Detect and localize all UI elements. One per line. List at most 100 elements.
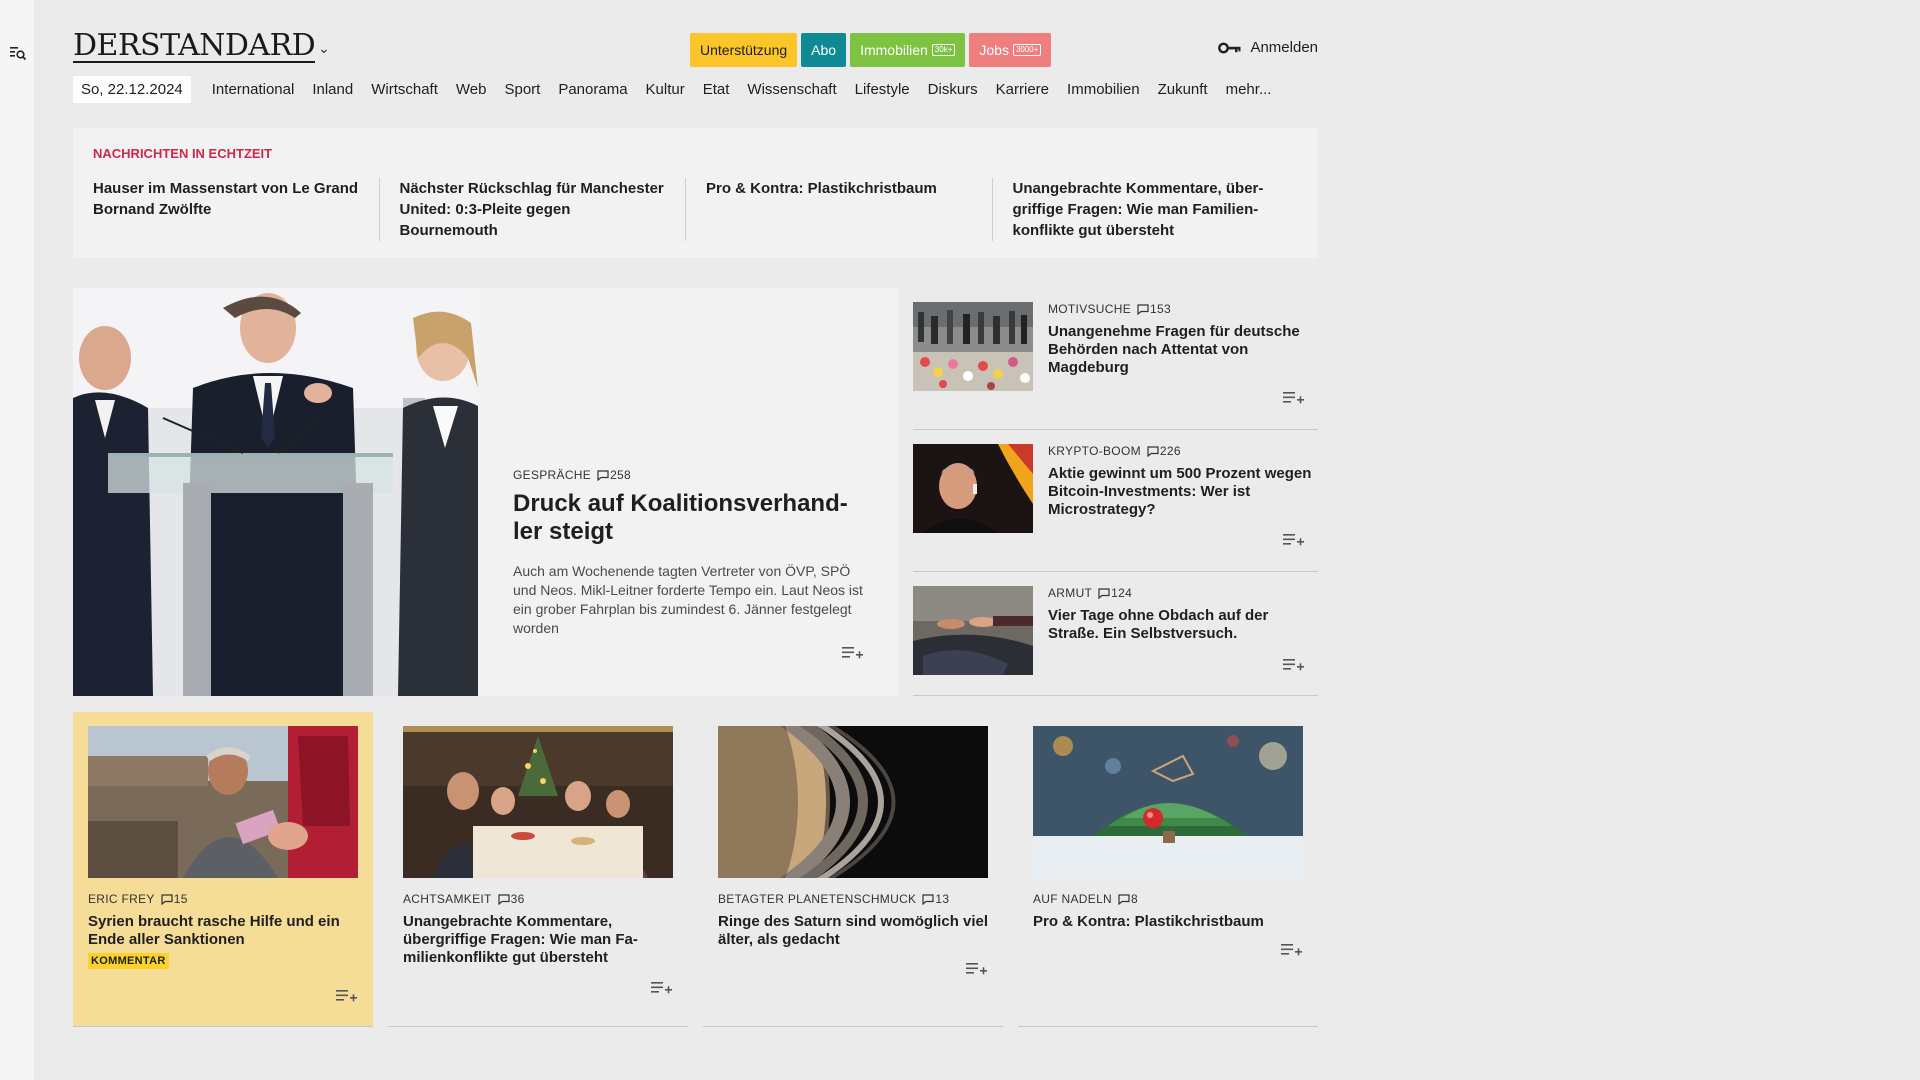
card-headline[interactable]: Syrien braucht rasche Hilfe und ein Ende… [88,913,363,949]
login-button[interactable]: Anmelden [1218,39,1318,56]
side-stories: MOTIVSUCHE 153 Unangenehme Fragen für de… [913,288,1318,696]
kicker-label: GESPRÄCHE [513,468,592,482]
ticker-heading: NACHRICHTEN IN ECHTZEIT [93,146,273,161]
story-thumbnail[interactable] [913,302,1033,391]
kicker-label: BETAGTER PLANETENSCHMUCK [718,892,917,906]
jobs-button[interactable]: Jobs 3000+ [969,33,1052,67]
nav-item-web[interactable]: Web [447,76,496,103]
card-kicker: ERIC FREY 15 [88,892,363,906]
comment-count[interactable]: 226 [1160,444,1181,458]
comment-icon [1118,893,1130,905]
add-to-list-icon[interactable] [1283,532,1305,548]
comment-icon [1137,303,1149,315]
nav-item-inland[interactable]: Inland [303,76,362,103]
add-to-list-icon[interactable] [842,645,864,661]
comment-count[interactable]: 36 [511,892,525,906]
current-date: So, 22.12.2024 [73,76,191,103]
add-to-list-icon[interactable] [1283,657,1305,673]
nav-item-zukunft[interactable]: Zukunft [1149,76,1217,103]
comment-icon [1147,445,1159,457]
immobilien-count-tag: 30k+ [931,44,956,56]
comment-count[interactable]: 15 [174,892,188,906]
nav-item-wissenschaft[interactable]: Wissenschaft [738,76,845,103]
add-to-list-icon[interactable] [1283,390,1305,406]
kicker-label: ACHTSAMKEIT [403,892,492,906]
story-cards: ERIC FREY 15 Syrien braucht rasche Hilfe… [73,712,1318,1027]
hero-kicker: GESPRÄCHE 258 [513,468,868,482]
card-headline[interactable]: Ringe des Saturn sind womöglich viel ält… [718,913,993,949]
comment-count[interactable]: 13 [935,892,949,906]
card-item: AUF NADELN 8 Pro & Kontra: Plastikchrist… [1018,712,1318,1027]
card-text: ACHTSAMKEIT 36 Unangebrachte Kommentare,… [403,892,678,967]
kicker-label: ERIC FREY [88,892,155,906]
story-headline[interactable]: Aktie gewinnt um 500 Prozent wegen Bitco… [1048,465,1313,519]
hero-image[interactable] [73,288,478,696]
nav-item-lifestyle[interactable]: Lifestyle [846,76,919,103]
immobilien-button[interactable]: Immobilien 30k+ [850,33,966,67]
comment-count[interactable]: 258 [610,468,631,482]
card-text: ERIC FREY 15 Syrien braucht rasche Hilfe… [88,892,363,969]
ticker-list: Hauser im Massenstart von Le Grand Borna… [93,178,1298,241]
nav-item-kultur[interactable]: Kultur [637,76,694,103]
support-button[interactable]: Unterstützung [690,33,798,67]
nav-item-immobilien[interactable]: Immobilien [1058,76,1149,103]
nav-item-etat[interactable]: Etat [694,76,739,103]
nav-item-karriere[interactable]: Karriere [987,76,1058,103]
nav-item-wirtschaft[interactable]: Wirtschaft [362,76,447,103]
card-headline[interactable]: Unangebrachte Kommentare, übergriffige F… [403,913,678,967]
hero-teaser: Auch am Wochenende tagten Vertreter von … [513,563,863,636]
comment-icon [498,893,510,905]
card-headline[interactable]: Pro & Kontra: Plastikchristbaum [1033,913,1308,931]
ticker-item[interactable]: Unangebrachte Kommentare, über-griffige … [1013,178,1299,241]
key-icon [1218,42,1241,53]
card-image[interactable] [1033,726,1303,878]
abo-button[interactable]: Abo [801,33,847,67]
nav-item-diskurs[interactable]: Diskurs [919,76,987,103]
comment-icon [922,893,934,905]
hero-story: GESPRÄCHE 258 Druck auf Koalitionsverhan… [73,288,898,696]
nav-item-panorama[interactable]: Panorama [549,76,636,103]
card-item: BETAGTER PLANETENSCHMUCK 13 Ringe des Sa… [703,712,1003,1027]
menu-search-icon[interactable] [9,44,27,62]
ticker-item[interactable]: Hauser im Massenstart von Le Grand Borna… [93,178,380,241]
story-thumbnail[interactable] [913,586,1033,675]
add-to-list-icon[interactable] [966,961,988,977]
site-logo[interactable]: DERSTANDARD [73,30,316,63]
card-kicker: AUF NADELN 8 [1033,892,1308,906]
story-kicker: MOTIVSUCHE 153 [1048,302,1313,316]
card-kicker: BETAGTER PLANETENSCHMUCK 13 [718,892,993,906]
card-text: BETAGTER PLANETENSCHMUCK 13 Ringe des Sa… [718,892,993,949]
hero-text: GESPRÄCHE 258 Druck auf Koalitionsverhan… [513,468,868,638]
kicker-label: AUF NADELN [1033,892,1113,906]
comment-icon [597,469,609,481]
hero-headline[interactable]: Druck auf Koalitionsverhand-ler steigt [513,490,868,546]
add-to-list-icon[interactable] [651,980,673,996]
story-text: ARMUT 124 Vier Tage ohne Obdach auf der … [1048,586,1313,643]
story-thumbnail[interactable] [913,444,1033,533]
kicker-label: KRYPTO-BOOM [1048,444,1141,458]
card-image[interactable] [88,726,358,878]
nav-item-more[interactable]: mehr... [1217,76,1281,103]
comment-icon [1098,587,1110,599]
card-image[interactable] [718,726,988,878]
nav-item-international[interactable]: International [203,76,304,103]
story-headline[interactable]: Unangenehme Fragen für deutsche Behörden… [1048,323,1313,377]
chevron-down-icon[interactable]: ⌄ [318,40,330,57]
ticker-item[interactable]: Nächster Rückschlag für Manchester Unite… [400,178,686,241]
comment-count[interactable]: 8 [1131,892,1138,906]
comment-count[interactable]: 153 [1150,302,1171,316]
jobs-count-tag: 3000+ [1012,44,1042,56]
add-to-list-icon[interactable] [1281,942,1303,958]
header-pills: Unterstützung Abo Immobilien 30k+ Jobs 300… [690,33,1052,67]
list-item: ARMUT 124 Vier Tage ohne Obdach auf der … [913,572,1318,696]
card-image[interactable] [403,726,673,878]
add-to-list-icon[interactable] [336,988,358,1004]
kicker-label: ARMUT [1048,586,1093,600]
comment-count[interactable]: 124 [1111,586,1132,600]
live-ticker: NACHRICHTEN IN ECHTZEIT Hauser im Massen… [73,128,1318,258]
story-headline[interactable]: Vier Tage ohne Obdach auf der Straße. Ei… [1048,607,1313,643]
list-item: KRYPTO-BOOM 226 Aktie gewinnt um 500 Pro… [913,430,1318,572]
card-text: AUF NADELN 8 Pro & Kontra: Plastikchrist… [1033,892,1308,931]
nav-item-sport[interactable]: Sport [495,76,549,103]
ticker-item[interactable]: Pro & Kontra: Plastikchristbaum [706,178,993,241]
